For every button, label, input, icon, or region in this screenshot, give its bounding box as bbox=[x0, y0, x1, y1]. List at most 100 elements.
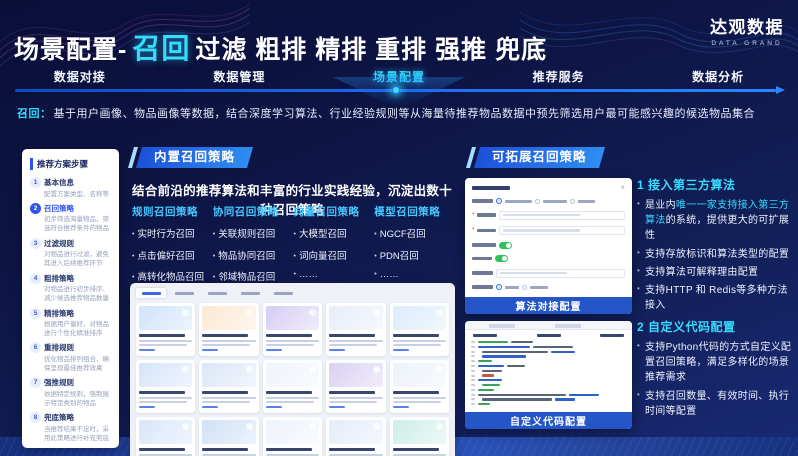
strategy-card-thumbnail bbox=[266, 363, 319, 387]
connect-type-radio-row[interactable] bbox=[472, 198, 625, 204]
radio-selected-icon bbox=[496, 284, 502, 290]
strategy-item: 实时行为召回 bbox=[132, 226, 213, 240]
code-config-caption: 自定义代码配置 bbox=[465, 412, 632, 429]
extensible-bullet: 支持HTTP 和 Redis等多种方法接入 bbox=[637, 283, 795, 313]
extensible-bullet: 支持存放标识和算法类型的配置 bbox=[637, 247, 795, 262]
required-asterisk: * bbox=[472, 212, 475, 219]
step-title: 精排策略 bbox=[44, 308, 74, 319]
text-input-skeleton[interactable] bbox=[496, 269, 625, 278]
nav-progress-line bbox=[15, 89, 776, 92]
page-title-highlight: 召回 bbox=[132, 33, 190, 64]
builtin-strategies-badge: 内置召回策略 bbox=[136, 147, 253, 168]
code-line-skeleton bbox=[471, 398, 626, 400]
recall-term: 召回： bbox=[17, 108, 52, 120]
strategy-item: PDN召回 bbox=[374, 248, 455, 262]
strategy-card[interactable] bbox=[263, 360, 322, 413]
strategy-card[interactable] bbox=[263, 417, 322, 456]
code-line-skeleton bbox=[471, 370, 626, 372]
strategy-card[interactable] bbox=[326, 303, 385, 356]
strategy-key-field-row[interactable]: * bbox=[472, 226, 625, 235]
strategy-card[interactable] bbox=[199, 303, 258, 356]
step-number-badge: 3 bbox=[30, 238, 41, 249]
strategy-column-title: 向量召回策略 bbox=[294, 204, 375, 219]
radio-selected-icon bbox=[496, 198, 502, 204]
strategy-column-title: 模型召回策略 bbox=[374, 204, 455, 219]
strategy-card[interactable] bbox=[263, 303, 322, 356]
strategy-column-title: 协同召回策略 bbox=[213, 204, 294, 219]
strategy-card[interactable] bbox=[199, 417, 258, 456]
code-line-skeleton bbox=[471, 355, 626, 357]
step-title: 基本信息 bbox=[44, 177, 74, 188]
strategy-card[interactable] bbox=[136, 360, 195, 413]
plan-step-4[interactable]: 4粗排策略对物品进行初步排序、减少候选推荐物品数量 bbox=[30, 273, 111, 304]
step-description: 对物品进行过滤，避免其进入后续推荐环节 bbox=[44, 250, 111, 268]
extensible-strategies-badge: 可拓展召回策略 bbox=[474, 147, 605, 168]
strategy-card[interactable] bbox=[326, 360, 385, 413]
plan-step-3[interactable]: 3过滤规则对物品进行过滤，避免其进入后续推荐环节 bbox=[30, 238, 111, 269]
strategy-card-thumbnail bbox=[393, 363, 446, 387]
step-head: 8兜底策略 bbox=[30, 412, 111, 423]
plan-steps-panel: 推荐方案步骤 1基本信息配置方案类型、名称等2召回策略初步筛选海量物品，筛选符合… bbox=[22, 149, 119, 448]
strategy-item: 大模型召回 bbox=[294, 226, 375, 240]
nav-tab-数据管理[interactable]: 数据管理 bbox=[160, 64, 320, 88]
page-title-rest: 过滤 粗排 精排 重排 强推 兜底 bbox=[195, 36, 547, 64]
plan-step-5[interactable]: 5精排策略根据用户偏好，对物品进行个性化精准排序 bbox=[30, 308, 111, 339]
strategy-card[interactable] bbox=[136, 417, 195, 456]
plan-step-2[interactable]: 2召回策略初步筛选海量物品，筛选符合推荐条件的物品 bbox=[30, 203, 111, 234]
gallery-tab[interactable] bbox=[268, 288, 298, 298]
code-line-skeleton bbox=[471, 384, 626, 386]
step-number-badge: 1 bbox=[30, 177, 41, 188]
toggle-row-userid[interactable] bbox=[472, 242, 625, 249]
strategy-card[interactable] bbox=[326, 417, 385, 456]
step-number-badge: 8 bbox=[30, 412, 41, 423]
step-title: 粗排策略 bbox=[44, 273, 74, 284]
nav-tabs: 数据对接 数据管理 场景配置推荐服务 数据分析 bbox=[0, 64, 798, 88]
nav-tab-label: 数据管理 bbox=[213, 68, 265, 85]
extensible-bullet-list: 是业内唯一一家支持接入第三方算法的系统，提供更大的可扩展性支持存放标识和算法类型… bbox=[637, 198, 795, 313]
toggle-on-icon[interactable] bbox=[495, 255, 508, 262]
strategy-card[interactable] bbox=[199, 360, 258, 413]
code-line-skeleton bbox=[471, 346, 626, 348]
step-description: 依据特定规则，强制展示特定类别的物品 bbox=[44, 390, 111, 408]
reason-field-row[interactable] bbox=[472, 269, 625, 278]
toggle-on-icon[interactable] bbox=[499, 242, 512, 249]
gallery-tab[interactable] bbox=[202, 288, 232, 298]
plan-step-7[interactable]: 7强推规则依据特定规则，强制展示特定类别的物品 bbox=[30, 377, 111, 408]
step-description: 初步筛选海量物品，筛选符合推荐条件的物品 bbox=[44, 215, 111, 233]
strategy-item: 物品协同召回 bbox=[213, 248, 294, 262]
gallery-tab[interactable] bbox=[169, 288, 199, 298]
extensible-bullet-list: 支持Python代码的方式自定义配置召回策略，满足多样化的场景推荐需求支持召回数… bbox=[637, 340, 795, 419]
nav-tab-推荐服务[interactable]: 推荐服务 bbox=[479, 64, 639, 88]
step-description: 配置方案类型、名称等 bbox=[44, 190, 111, 199]
strategy-item: 邻域物品召回 bbox=[213, 269, 294, 283]
close-icon[interactable]: × bbox=[620, 184, 625, 192]
step-number-badge: 7 bbox=[30, 377, 41, 388]
step-number-badge: 5 bbox=[30, 308, 41, 319]
strategy-card[interactable] bbox=[390, 417, 449, 456]
strategy-card[interactable] bbox=[390, 303, 449, 356]
nav-tab-场景配置[interactable]: 场景配置 bbox=[319, 64, 479, 88]
plan-step-1[interactable]: 1基本信息配置方案类型、名称等 bbox=[30, 177, 111, 199]
nav-tab-数据分析[interactable]: 数据分析 bbox=[638, 64, 798, 88]
strategy-card[interactable] bbox=[390, 360, 449, 413]
radio-icon bbox=[522, 285, 527, 290]
strategy-name-field-row[interactable]: * bbox=[472, 211, 625, 220]
strategy-card[interactable] bbox=[136, 303, 195, 356]
nav-tab-数据对接[interactable]: 数据对接 bbox=[0, 64, 160, 88]
gallery-tab[interactable] bbox=[235, 288, 265, 298]
code-line-skeleton bbox=[471, 394, 626, 396]
strategy-item: NGCF召回 bbox=[374, 226, 455, 240]
gallery-tab[interactable] bbox=[136, 288, 166, 298]
plan-step-8[interactable]: 8兜底策略当推荐结果不足时，采用此策略进行补充兜底 bbox=[30, 412, 111, 443]
text-input-skeleton[interactable] bbox=[499, 226, 625, 235]
strategy-card-thumbnail bbox=[139, 363, 192, 387]
plan-step-6[interactable]: 6重排规则优化物品排列组合，确保呈现最佳推荐效果 bbox=[30, 342, 111, 373]
code-line-skeleton bbox=[471, 351, 626, 353]
nav-tab-label: 数据分析 bbox=[692, 68, 744, 85]
code-line-skeleton bbox=[471, 341, 626, 343]
handle-mode-radio-row[interactable] bbox=[472, 284, 625, 290]
strategy-card-thumbnail bbox=[139, 420, 192, 444]
toggle-row-itemid[interactable] bbox=[472, 255, 625, 262]
text-input-skeleton[interactable] bbox=[499, 211, 625, 220]
strategy-gallery-screenshot bbox=[130, 283, 455, 456]
